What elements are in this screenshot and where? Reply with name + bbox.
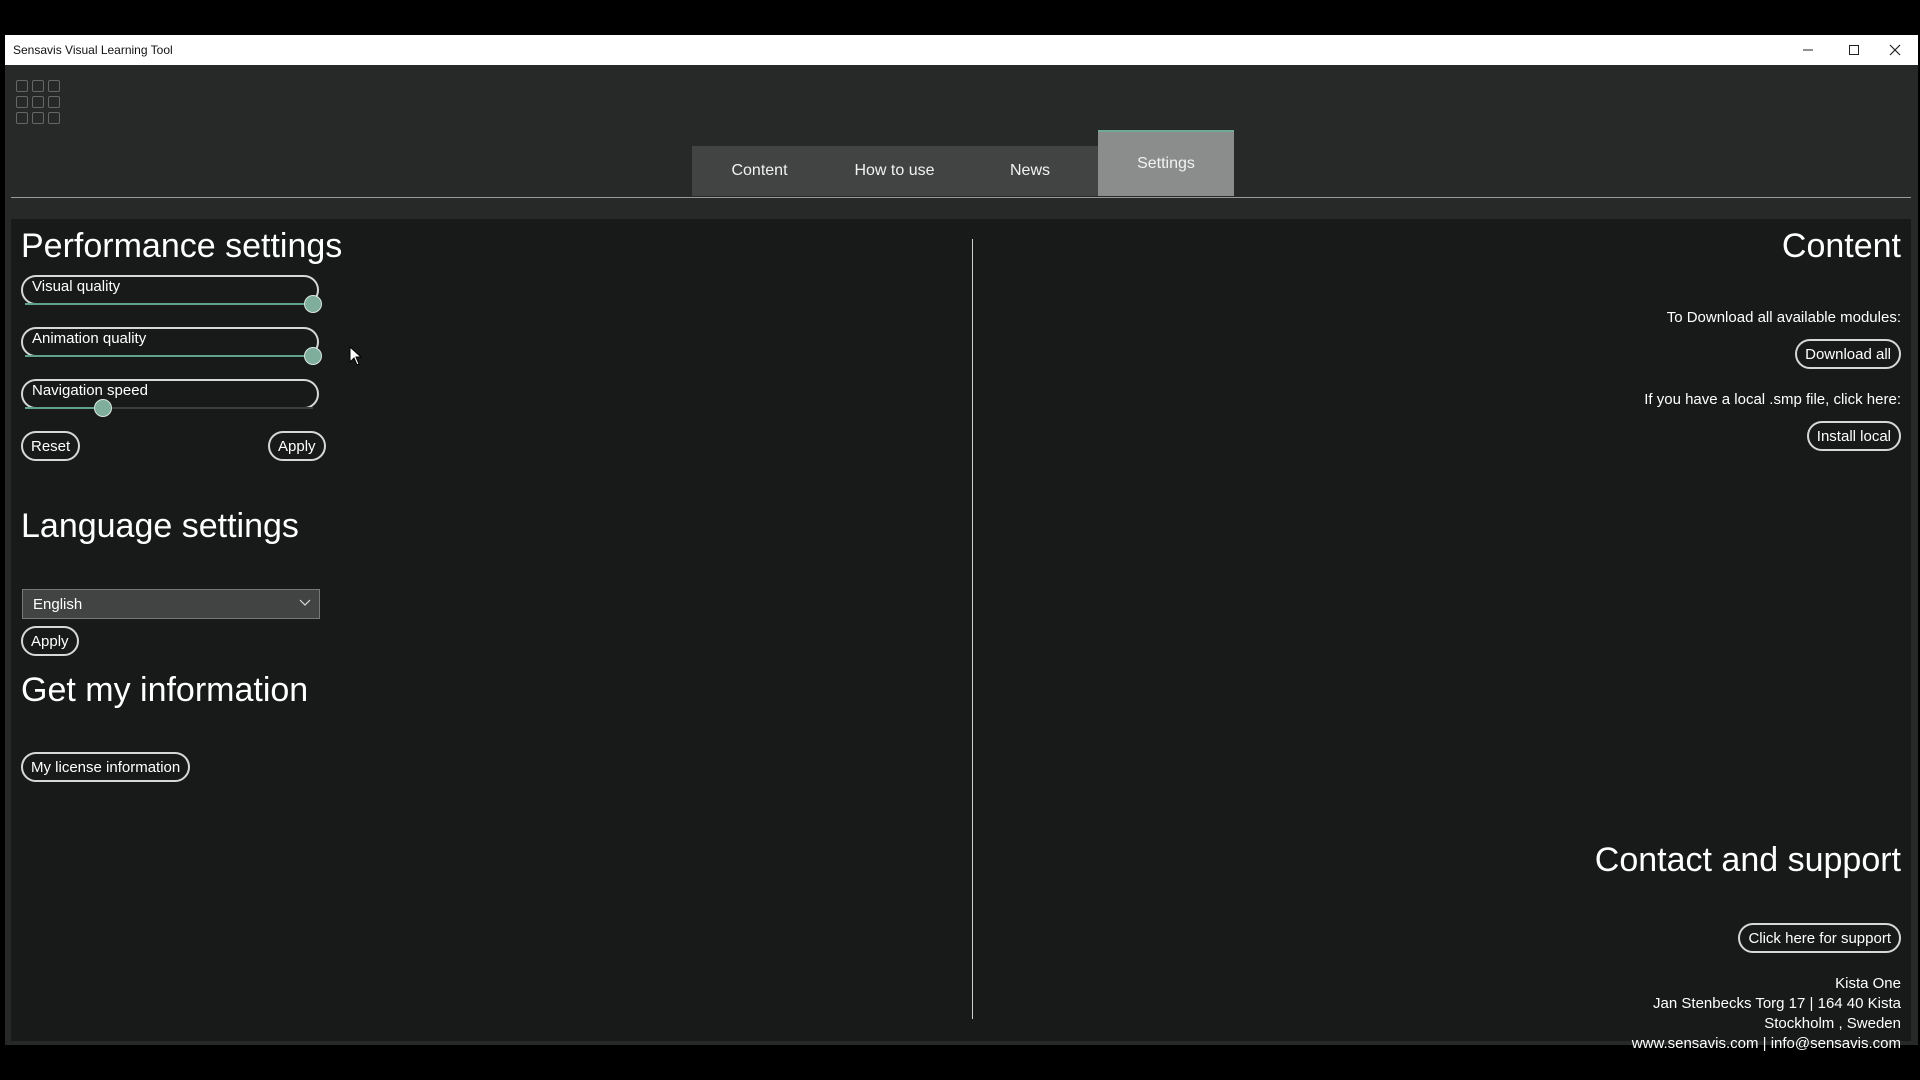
contact-links: www.sensavis.com | info@sensavis.com bbox=[1631, 1035, 1901, 1052]
chevron-down-icon bbox=[299, 599, 311, 606]
language-apply-button[interactable]: Apply bbox=[21, 626, 79, 656]
language-select[interactable]: English bbox=[22, 589, 320, 619]
main-tabs: Content How to use News Settings bbox=[692, 130, 1238, 196]
support-button[interactable]: Click here for support bbox=[1738, 923, 1901, 953]
slider-track bbox=[25, 295, 322, 313]
navigation-speed-label: Navigation speed bbox=[32, 382, 148, 399]
info-heading: Get my information bbox=[21, 671, 309, 709]
language-selected-value: English bbox=[33, 596, 83, 613]
navigation-speed-slider[interactable]: Navigation speed bbox=[21, 379, 319, 417]
address-line: Jan Stenbecks Torg 17 | 164 40 Kista bbox=[1653, 995, 1901, 1012]
mouse-cursor-icon bbox=[349, 346, 363, 366]
settings-panel: Performance settings Visual quality Anim… bbox=[11, 219, 1911, 1052]
performance-apply-button[interactable]: Apply bbox=[268, 431, 326, 461]
visual-quality-label: Visual quality bbox=[32, 278, 121, 295]
maximize-icon bbox=[1849, 45, 1859, 55]
maximize-button[interactable] bbox=[1831, 35, 1877, 65]
tab-content[interactable]: Content bbox=[692, 146, 827, 196]
app-menu-grid-icon[interactable] bbox=[16, 80, 60, 124]
tab-news[interactable]: News bbox=[962, 146, 1098, 196]
close-icon bbox=[1889, 44, 1901, 56]
license-info-button[interactable]: My license information bbox=[21, 752, 191, 782]
window-title: Sensavis Visual Learning Tool bbox=[13, 43, 173, 57]
slider-thumb[interactable] bbox=[93, 399, 112, 417]
install-local-button[interactable]: Install local bbox=[1806, 421, 1901, 451]
tab-underline bbox=[11, 197, 1911, 198]
contact-heading: Contact and support bbox=[1594, 841, 1901, 879]
language-heading: Language settings bbox=[21, 507, 299, 545]
minimize-button[interactable] bbox=[1785, 35, 1831, 65]
address-line: Stockholm , Sweden bbox=[1764, 1015, 1901, 1032]
animation-quality-slider[interactable]: Animation quality bbox=[21, 327, 322, 365]
app-window: Sensavis Visual Learning Tool Content Ho… bbox=[5, 35, 1918, 1052]
address-line: Kista One bbox=[1835, 975, 1901, 992]
column-divider bbox=[972, 239, 973, 1019]
animation-quality-label: Animation quality bbox=[32, 330, 147, 347]
minimize-icon bbox=[1803, 49, 1813, 51]
reset-button[interactable]: Reset bbox=[21, 431, 81, 461]
visual-quality-slider[interactable]: Visual quality bbox=[21, 275, 322, 313]
tab-settings[interactable]: Settings bbox=[1098, 130, 1234, 196]
slider-thumb[interactable] bbox=[304, 295, 322, 313]
performance-heading: Performance settings bbox=[21, 227, 343, 265]
title-bar: Sensavis Visual Learning Tool bbox=[5, 35, 1918, 65]
slider-track bbox=[25, 399, 313, 417]
slider-thumb[interactable] bbox=[304, 347, 322, 365]
slider-track bbox=[25, 347, 322, 365]
download-all-button[interactable]: Download all bbox=[1795, 339, 1901, 369]
close-button[interactable] bbox=[1872, 35, 1918, 65]
content-heading: Content bbox=[1781, 227, 1901, 265]
tab-how-to-use[interactable]: How to use bbox=[827, 146, 962, 196]
local-description: If you have a local .smp file, click her… bbox=[1644, 391, 1901, 408]
download-description: To Download all available modules: bbox=[1666, 309, 1901, 326]
